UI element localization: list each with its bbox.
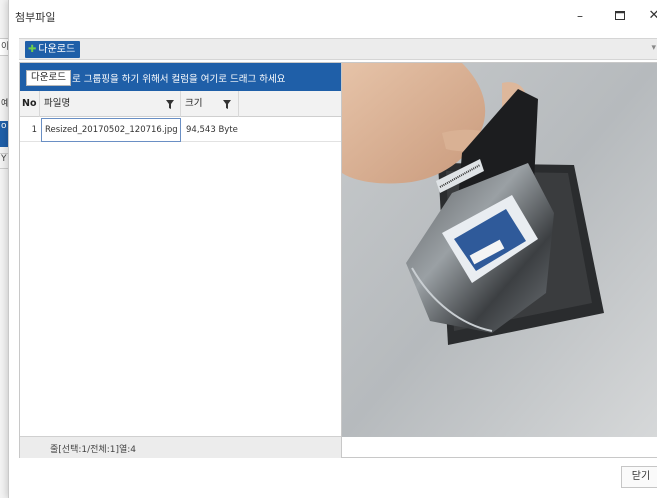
file-grid: 로 그룹핑을 하기 위해서 컬럼을 여기로 드래그 하세요 다운로드 No 파일… xyxy=(19,62,351,458)
background-selected-text: o xyxy=(1,121,7,131)
minimize-button[interactable]: – xyxy=(569,6,591,26)
maximize-button[interactable] xyxy=(609,6,631,26)
cell-size: 94,543 Byte xyxy=(186,125,238,135)
column-header-filename[interactable]: 파일명 xyxy=(40,91,181,117)
column-header-label: 크기 xyxy=(185,98,203,109)
grid-status-text: 줄[선택:1/전체:1]열:4 xyxy=(50,445,137,455)
drag-tooltip: 다운로드 xyxy=(26,70,71,86)
chevron-down-icon[interactable]: ▾ xyxy=(651,43,656,53)
column-header-no[interactable]: No xyxy=(20,91,40,117)
download-button[interactable]: ✚ 다운로드 xyxy=(25,41,81,58)
column-header-size[interactable]: 크기 xyxy=(181,91,239,117)
download-button-label: 다운로드 xyxy=(38,44,76,55)
group-panel-hint: 로 그룹핑을 하기 위해서 컬럼을 여기로 드래그 하세요 xyxy=(72,74,286,85)
cell-filename[interactable]: Resized_20170502_120716.jpg xyxy=(41,118,181,142)
filter-icon[interactable] xyxy=(223,100,231,109)
column-header-label: 파일명 xyxy=(44,98,71,109)
cell-no: 1 xyxy=(31,125,37,135)
table-row[interactable]: 1 Resized_20170502_120716.jpg 94,543 Byt… xyxy=(20,118,350,142)
group-panel[interactable]: 로 그룹핑을 하기 위해서 컬럼을 여기로 드래그 하세요 다운로드 xyxy=(20,63,350,91)
maximize-icon xyxy=(615,11,625,20)
grid-header: No 파일명 크기 xyxy=(20,91,350,117)
close-button[interactable]: 닫기 xyxy=(621,466,657,488)
close-window-button[interactable]: ✕ xyxy=(643,6,657,26)
plus-icon: ✚ xyxy=(28,44,37,55)
attachment-dialog: 첨부파일 – ✕ ✚ 다운로드 ▾ 로 그룹핑을 하기 위해서 컬럼을 여기로 드… xyxy=(8,0,657,498)
filter-icon[interactable] xyxy=(166,100,174,109)
preview-photo xyxy=(342,63,657,437)
title-bar[interactable]: 첨부파일 – ✕ xyxy=(9,0,657,32)
toolbar: ✚ 다운로드 ▾ xyxy=(19,38,657,60)
dialog-title: 첨부파일 xyxy=(15,11,56,24)
image-preview xyxy=(341,62,657,458)
column-header-label: No xyxy=(22,98,37,109)
grid-status-bar: 줄[선택:1/전체:1]열:4 xyxy=(20,436,350,458)
